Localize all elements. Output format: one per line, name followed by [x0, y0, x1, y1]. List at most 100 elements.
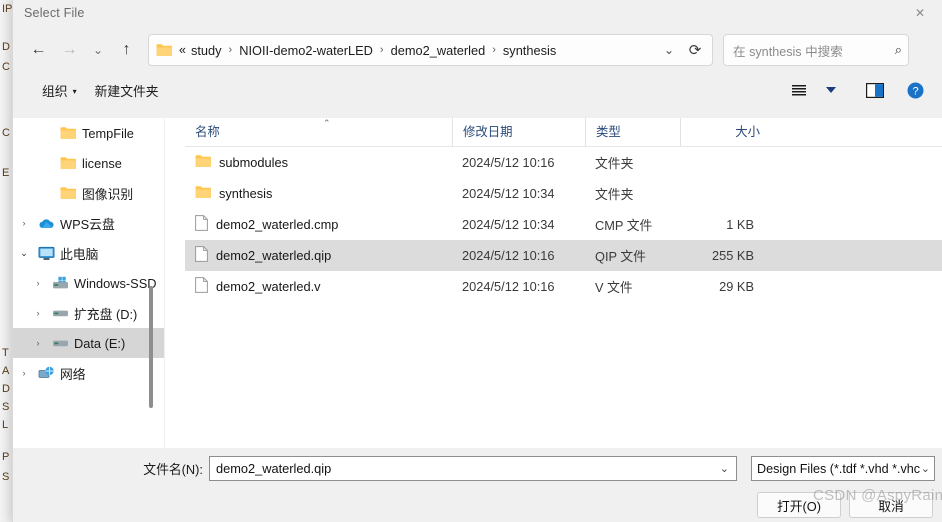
- view-options-icon[interactable]: [784, 77, 814, 103]
- chevron-down-icon[interactable]: ⌄: [656, 36, 682, 64]
- file-type-cell: V 文件: [595, 280, 633, 295]
- table-row[interactable]: synthesis 2024/5/12 10:34 文件夹: [185, 178, 942, 209]
- chevron-down-icon[interactable]: ⌄: [720, 462, 732, 475]
- background-label: S: [2, 471, 10, 483]
- tree-scrollbar[interactable]: [149, 118, 160, 448]
- preview-pane-icon[interactable]: [860, 77, 890, 103]
- background-label: P: [2, 451, 10, 463]
- column-header-name-label: 名称: [195, 125, 220, 139]
- tree-item[interactable]: › 扩充盘 (D:): [13, 298, 164, 328]
- close-icon[interactable]: ✕: [898, 0, 942, 26]
- tree-item[interactable]: 图像识别: [13, 178, 164, 208]
- svg-text:?: ?: [912, 85, 918, 97]
- chevron-right-icon[interactable]: ›: [13, 368, 35, 378]
- file-name-label: demo2_waterled.qip: [216, 248, 332, 263]
- view-dropdown-caret-icon[interactable]: [816, 77, 846, 103]
- forward-icon[interactable]: →: [54, 35, 85, 66]
- file-type-filter-select[interactable]: Design Files (*.tdf *.vhd *.vhc ⌄: [751, 456, 935, 481]
- tree-item[interactable]: › 网络: [13, 358, 164, 388]
- tree-item[interactable]: › WPS云盘: [13, 208, 164, 238]
- navigation-tree: TempFile license 图像识别 › WPS云盘 ⌄ 此电脑 › Windows-SS…: [13, 118, 164, 388]
- chevron-down-icon: ⌄: [920, 463, 930, 475]
- column-header-type[interactable]: 类型: [585, 118, 680, 146]
- breadcrumb-item-nioii[interactable]: NIOII-demo2-waterLED: [236, 41, 376, 60]
- file-date-cell: 2024/5/12 10:16: [462, 248, 555, 263]
- file-icon: [195, 215, 208, 234]
- tree-scrollbar-thumb[interactable]: [149, 286, 153, 408]
- pane-splitter[interactable]: [165, 118, 185, 448]
- filename-label: 文件名(N):: [143, 462, 203, 477]
- table-row[interactable]: demo2_waterled.v 2024/5/12 10:16 V 文件 29 KB: [185, 271, 942, 302]
- folder-icon: [57, 126, 79, 140]
- recent-locations-icon[interactable]: ⌄: [85, 35, 111, 66]
- file-date-cell: 2024/5/12 10:16: [462, 279, 555, 294]
- background-label: D: [2, 41, 10, 53]
- chevron-right-icon[interactable]: ›: [27, 308, 49, 318]
- chevron-down-icon[interactable]: ⌄: [13, 248, 35, 259]
- back-icon[interactable]: ←: [23, 35, 54, 66]
- help-icon[interactable]: ?: [900, 77, 930, 103]
- breadcrumb-item-study[interactable]: study: [188, 41, 225, 60]
- drive-icon: [49, 337, 71, 349]
- up-icon[interactable]: ↑: [111, 35, 142, 66]
- column-header-size[interactable]: 大小: [680, 118, 760, 146]
- cloud-icon: [35, 217, 57, 230]
- file-name-cell: synthesis: [185, 185, 452, 202]
- table-row[interactable]: demo2_waterled.cmp 2024/5/12 10:34 CMP 文件 1…: [185, 209, 942, 240]
- tree-item[interactable]: › Windows-SSD: [13, 268, 164, 298]
- breadcrumb-item-demo2[interactable]: demo2_waterled: [388, 41, 489, 60]
- column-header-name[interactable]: 名称 ⌃: [185, 118, 452, 146]
- chevron-right-icon[interactable]: ›: [27, 278, 49, 288]
- filename-input[interactable]: demo2_waterled.qip ⌄: [209, 456, 737, 481]
- breadcrumb-separator-icon: ›: [379, 44, 384, 56]
- breadcrumb-overflow[interactable]: «: [178, 41, 188, 59]
- organize-button[interactable]: 组织 ▾: [33, 77, 86, 104]
- select-file-dialog: Select File ✕ ← → ⌄ ↑ « study › NIOII-de…: [12, 0, 942, 522]
- file-list-pane[interactable]: 名称 ⌃ 修改日期 类型 大小 submodules 2024/5/12 10:1…: [185, 118, 942, 448]
- tree-item[interactable]: › Data (E:): [13, 328, 164, 358]
- tree-item-label: 图像识别: [82, 186, 134, 202]
- file-icon: [195, 277, 208, 296]
- background-label: C: [2, 61, 10, 73]
- tree-item-label: Windows-SSD: [74, 275, 157, 291]
- tree-item[interactable]: license: [13, 148, 164, 178]
- network-icon: [35, 366, 57, 381]
- cancel-button[interactable]: 取消: [849, 492, 933, 518]
- tree-item[interactable]: ⌄ 此电脑: [13, 238, 164, 268]
- background-label: D: [2, 383, 10, 395]
- open-button[interactable]: 打开(O): [757, 492, 841, 518]
- file-name-cell: submodules: [185, 154, 452, 171]
- table-row[interactable]: demo2_waterled.qip 2024/5/12 10:16 QIP 文件 2…: [185, 240, 942, 271]
- new-folder-label: 新建文件夹: [94, 83, 159, 99]
- folder-icon: [195, 185, 211, 202]
- file-list-rows: submodules 2024/5/12 10:16 文件夹 synthesis 202…: [185, 147, 942, 302]
- refresh-icon[interactable]: ⟳: [682, 36, 708, 64]
- filename-value: demo2_waterled.qip: [216, 461, 332, 476]
- breadcrumb-separator-icon: ›: [228, 44, 233, 56]
- background-label: C: [2, 127, 10, 139]
- chevron-down-icon: ▾: [72, 86, 77, 96]
- breadcrumb-item-synthesis[interactable]: synthesis: [500, 41, 559, 60]
- file-type-cell: CMP 文件: [595, 218, 653, 233]
- search-input[interactable]: 在 synthesis 中搜索 ⌕: [723, 34, 909, 66]
- background-label: A: [2, 365, 10, 377]
- column-header-date[interactable]: 修改日期: [452, 118, 585, 146]
- organize-label: 组织: [42, 83, 68, 99]
- chevron-right-icon[interactable]: ›: [27, 338, 49, 348]
- address-bar[interactable]: « study › NIOII-demo2-waterLED › demo2_w…: [148, 34, 713, 66]
- table-row[interactable]: submodules 2024/5/12 10:16 文件夹: [185, 147, 942, 178]
- drive-win-icon: [49, 276, 71, 290]
- pc-icon: [35, 246, 57, 261]
- file-name-cell: demo2_waterled.v: [185, 277, 452, 296]
- search-placeholder: 在 synthesis 中搜索: [733, 44, 843, 59]
- file-name-label: submodules: [219, 155, 289, 170]
- file-list-column-header: 名称 ⌃ 修改日期 类型 大小: [185, 118, 942, 147]
- file-size-cell: 29 KB: [719, 279, 754, 294]
- chevron-right-icon[interactable]: ›: [13, 218, 35, 228]
- navigation-tree-pane[interactable]: TempFile license 图像识别 › WPS云盘 ⌄ 此电脑 › Windows-SS…: [13, 118, 165, 448]
- new-folder-button[interactable]: 新建文件夹: [86, 77, 168, 104]
- tree-item-label: WPS云盘: [60, 216, 115, 232]
- tree-item[interactable]: TempFile: [13, 118, 164, 148]
- filename-row: 文件名(N): demo2_waterled.qip ⌄: [13, 456, 737, 481]
- background-label: E: [2, 167, 10, 179]
